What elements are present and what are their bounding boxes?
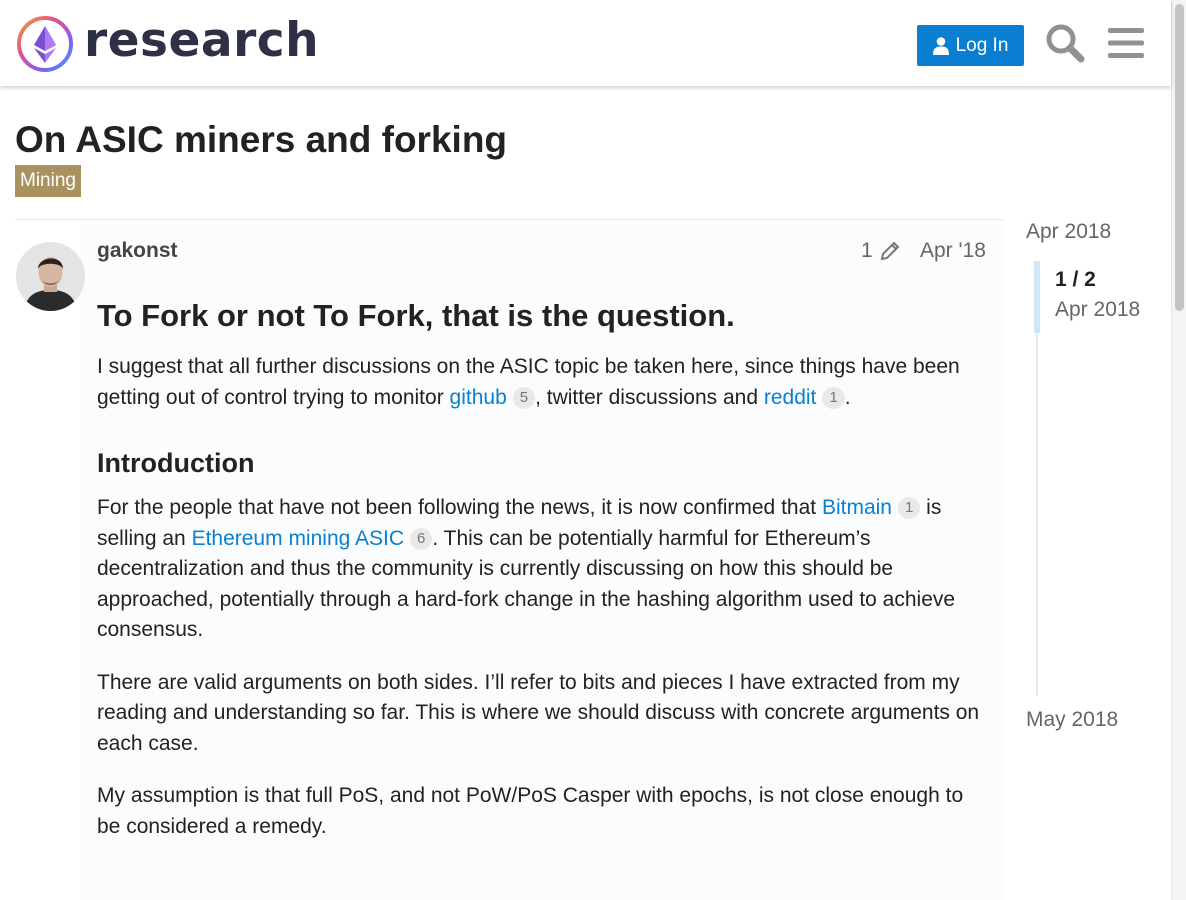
link-click-count: 1 (897, 497, 921, 519)
login-label: Log In (955, 34, 1009, 56)
post-edit-history[interactable]: 1 (861, 239, 901, 263)
search-icon[interactable] (1045, 23, 1085, 63)
timeline-progress: 1 / 2 (1055, 268, 1096, 291)
page-scrollbar[interactable] (1171, 0, 1186, 900)
link-click-count: 6 (410, 527, 433, 550)
post-body: To Fork or not To Fork, that is the ques… (97, 292, 990, 864)
reddit-link[interactable]: reddit (764, 386, 817, 409)
post-heading: To Fork or not To Fork, that is the ques… (97, 298, 735, 333)
link-click-count: 5 (512, 386, 536, 409)
github-link[interactable]: github (450, 386, 507, 409)
paragraph-text: , twitter discussions and (535, 385, 764, 409)
avatar[interactable] (16, 242, 85, 311)
category-badge[interactable]: Mining (15, 165, 81, 197)
site-header: research Log In (0, 0, 1171, 86)
login-button[interactable]: Log In (917, 25, 1024, 66)
post-paragraph: There are valid arguments on both sides.… (97, 670, 980, 755)
user-icon (932, 36, 949, 55)
paragraph-text: . (844, 385, 851, 409)
scrollbar-thumb[interactable] (1175, 4, 1184, 311)
timeline-scroller-handle[interactable] (1034, 261, 1040, 333)
post-date[interactable]: Apr '18 (920, 239, 986, 263)
post-paragraph: For the people that have not been follow… (97, 493, 990, 646)
paragraph-text: For the people that have not been follow… (97, 496, 822, 519)
avatar-photo-icon (16, 242, 85, 311)
link-click-count: 1 (822, 386, 845, 409)
post-paragraph: I suggest that all further discussions o… (97, 352, 990, 413)
timeline-progress-date: Apr 2018 (1055, 298, 1141, 321)
site-logo-text[interactable]: research (84, 13, 319, 68)
bitmain-link[interactable]: Bitmain (822, 496, 892, 519)
edit-count: 1 (861, 239, 873, 262)
timeline-start-date[interactable]: Apr 2018 (1026, 220, 1111, 244)
research-logo-icon[interactable] (16, 15, 74, 73)
hamburger-menu-icon[interactable] (1106, 23, 1146, 63)
timeline-end-date[interactable]: May 2018 (1026, 708, 1118, 732)
post-paragraph: My assumption is that full PoS, and not … (97, 784, 964, 838)
pencil-icon (880, 241, 900, 261)
section-heading-introduction: Introduction (97, 448, 255, 478)
topic-title[interactable]: On ASIC miners and forking (15, 119, 507, 161)
post-username[interactable]: gakonst (97, 239, 178, 263)
ethereum-asic-link[interactable]: Ethereum mining ASIC (192, 527, 404, 550)
